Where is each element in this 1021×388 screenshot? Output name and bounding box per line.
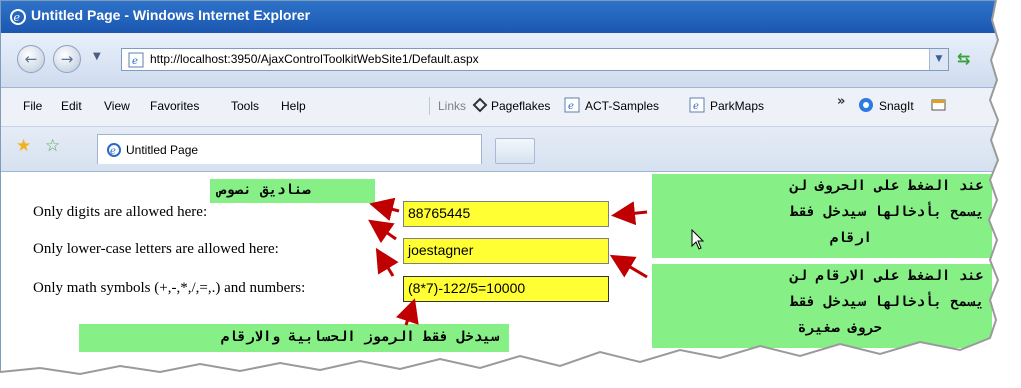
chevron-more-icon[interactable]: »	[837, 94, 845, 109]
tab-label: Untitled Page	[126, 143, 199, 157]
window-title: Untitled Page - Windows Internet Explore…	[31, 7, 311, 23]
link-act-samples[interactable]: ACT-Samples	[585, 99, 659, 113]
menu-file[interactable]: File	[23, 99, 42, 113]
svg-text:e: e	[568, 101, 574, 112]
title-bar: e Untitled Page - Windows Internet Explo…	[1, 1, 999, 33]
menu-help[interactable]: Help	[281, 99, 306, 113]
letters-note-line-3: ارقام	[829, 230, 872, 246]
address-field[interactable]: e http://localhost:3950/AjaxControlToolk…	[121, 48, 949, 71]
lowercase-label: Only lower-case letters are allowed here…	[33, 241, 279, 257]
capture-window-icon[interactable]	[930, 97, 948, 113]
math-input[interactable]: (8*7)-122/5=10000	[403, 276, 609, 302]
internet-explorer-icon: e	[10, 9, 26, 25]
math-label: Only math symbols (+,-,*,/,=,.) and numb…	[33, 280, 306, 296]
back-arrow-icon: ←	[24, 50, 38, 68]
digits-note-line-2: يسمح بأدخالها سيدخل فقط	[790, 294, 984, 310]
ie-page-icon: e	[689, 97, 705, 113]
digits-note-line-1: عند الضغط على الارقام لن	[790, 268, 984, 284]
digits-label: Only digits are allowed here:	[33, 204, 208, 220]
history-dropdown-icon[interactable]: ▼	[93, 51, 101, 62]
ie-page-icon: e	[107, 143, 121, 157]
new-tab-button[interactable]	[495, 138, 535, 164]
address-url: http://localhost:3950/AjaxControlToolkit…	[150, 52, 479, 66]
svg-text:e: e	[110, 146, 116, 157]
refresh-icon[interactable]: ⇆	[957, 49, 970, 68]
math-only-annotation-text: سيدخل فقط الرموز الحسابية والارقام	[220, 329, 499, 345]
digits-input[interactable]: 88765445	[403, 201, 609, 227]
forward-button[interactable]: →	[53, 45, 81, 73]
svg-text:e: e	[132, 56, 138, 67]
textboxes-annotation-text: صناديق نصوص	[218, 182, 311, 198]
address-dropdown-icon[interactable]: ▼	[929, 49, 948, 70]
textboxes-annotation: صناديق نصوص	[210, 179, 375, 203]
tab-untitled-page[interactable]: e Untitled Page	[97, 134, 482, 164]
snagit-icon	[859, 98, 873, 112]
link-parkmaps[interactable]: ParkMaps	[710, 99, 764, 113]
digits-blocked-annotation: عند الضغط على الارقام لن يسمح بأدخالها س…	[652, 264, 992, 348]
ie-page-icon: e	[564, 97, 580, 113]
pageflakes-icon	[472, 97, 488, 113]
add-favorites-icon[interactable]: ☆	[45, 136, 60, 156]
links-label: Links	[438, 99, 467, 113]
letters-note-line-1: عند الضغط على الحروف لن	[790, 178, 984, 194]
menu-favorites[interactable]: Favorites	[150, 99, 199, 113]
lowercase-input[interactable]: joestagner	[403, 238, 609, 264]
menu-edit[interactable]: Edit	[61, 99, 82, 113]
mouse-cursor-icon	[691, 229, 705, 250]
menu-view[interactable]: View	[104, 99, 130, 113]
ie-page-icon: e	[128, 52, 144, 68]
browser-window: e Untitled Page - Windows Internet Explo…	[0, 0, 1000, 376]
math-only-annotation: سيدخل فقط الرموز الحسابية والارقام	[79, 324, 509, 352]
forward-arrow-icon: →	[60, 50, 74, 68]
favorites-star-icon[interactable]: ★	[16, 136, 31, 156]
svg-text:e: e	[693, 101, 699, 112]
menu-tools[interactable]: Tools	[231, 99, 259, 113]
letters-note-line-2: يسمح بأدخالها سيدخل فقط	[790, 204, 984, 220]
link-pageflakes[interactable]: Pageflakes	[491, 99, 550, 113]
snagit-button[interactable]: SnagIt	[879, 99, 914, 113]
menu-separator	[429, 97, 430, 115]
back-button[interactable]: ←	[17, 45, 45, 73]
svg-text:e: e	[14, 11, 21, 24]
digits-note-line-3: حروف صغيرة	[797, 320, 882, 336]
